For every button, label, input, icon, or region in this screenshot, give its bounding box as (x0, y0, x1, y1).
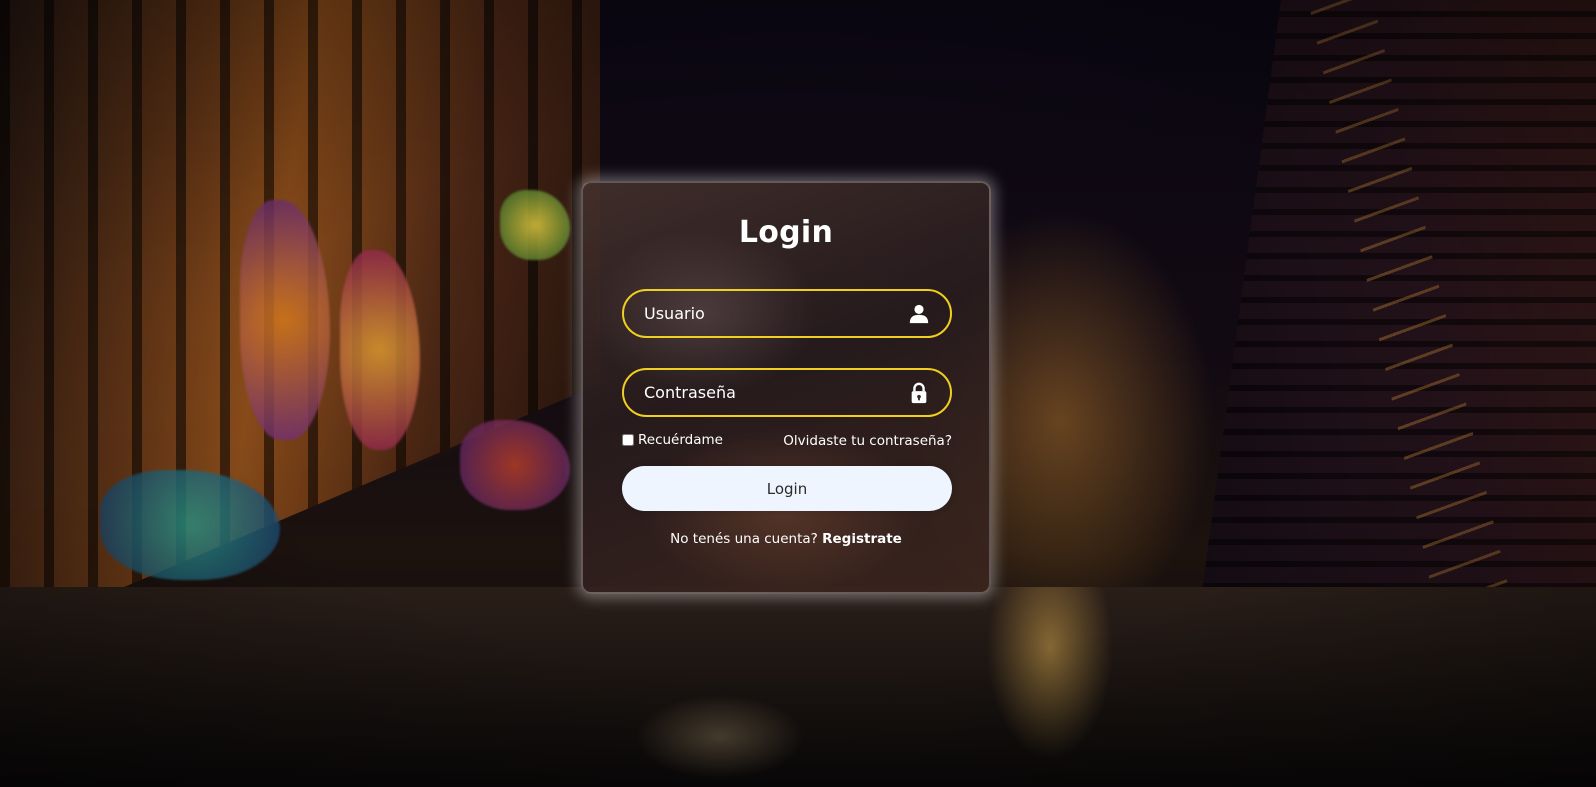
username-field[interactable] (622, 289, 952, 338)
username-input[interactable] (624, 291, 950, 336)
password-input[interactable] (624, 370, 950, 415)
remember-me[interactable]: Recuérdame (622, 432, 723, 448)
user-icon (909, 304, 929, 324)
register-prompt-text: No tenés una cuenta? (670, 531, 823, 547)
login-card: Login Recuérdame Olvidaste tu contraseñ (581, 181, 991, 594)
register-prompt: No tenés una cuenta? Registrate (583, 531, 989, 547)
forgot-password-link[interactable]: Olvidaste tu contraseña? (783, 433, 952, 449)
login-options: Recuérdame Olvidaste tu contraseña? (622, 432, 952, 452)
login-title: Login (738, 215, 834, 250)
register-link[interactable]: Registrate (822, 531, 902, 547)
page-background: Login Recuérdame Olvidaste tu contraseñ (0, 0, 1596, 787)
lock-icon (911, 382, 927, 404)
remember-me-checkbox[interactable] (622, 434, 634, 446)
remember-me-label: Recuérdame (638, 432, 723, 448)
password-field[interactable] (622, 368, 952, 417)
login-button[interactable]: Login (622, 466, 952, 511)
